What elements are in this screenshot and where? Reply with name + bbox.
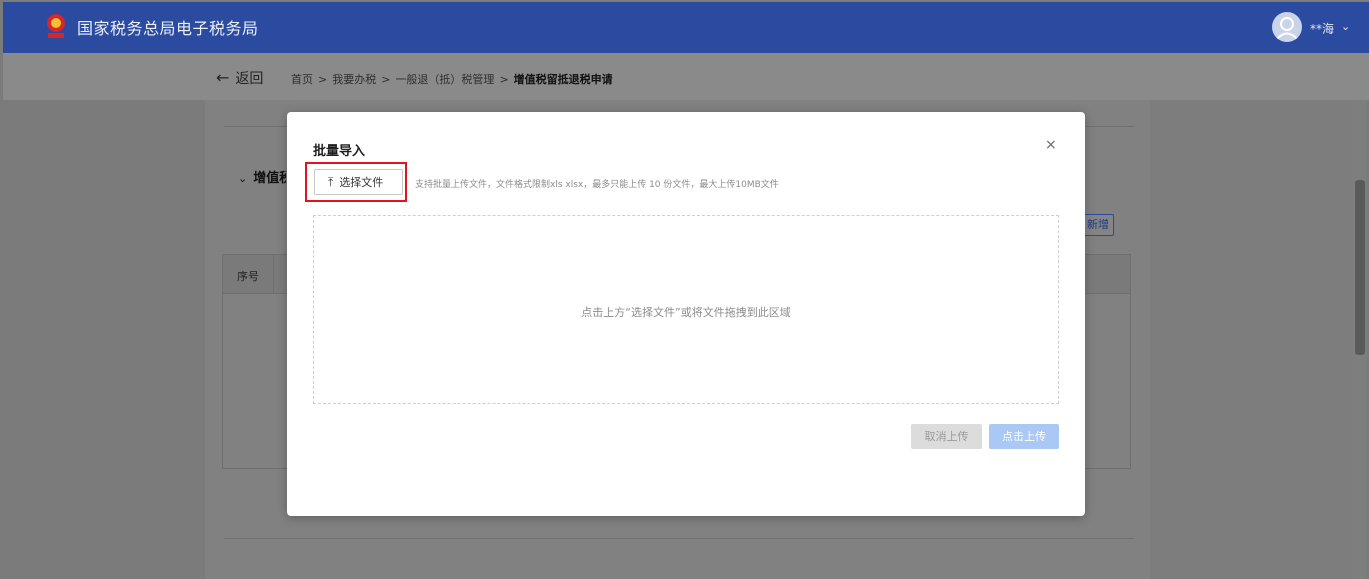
breadcrumb-home[interactable]: 首页 bbox=[291, 73, 313, 86]
breadcrumb-bar: ← 返回 首页 > 我要办税 > 一般退（抵）税管理 > 增值税留抵退税申请 bbox=[3, 53, 1369, 100]
site-title: 国家税务总局电子税务局 bbox=[77, 19, 259, 38]
file-drop-zone[interactable]: 点击上方“选择文件”或将文件拖拽到此区域 bbox=[313, 215, 1059, 404]
upload-hint: 支持批量上传文件，文件格式限制xls xlsx，最多只能上传 10 份文件，最大… bbox=[415, 180, 779, 190]
column-header-index: 序号 bbox=[237, 270, 259, 283]
breadcrumb-refund-mgmt[interactable]: 一般退（抵）税管理 bbox=[395, 73, 494, 86]
user-avatar-icon[interactable] bbox=[1272, 12, 1302, 42]
top-header: 国家税务总局电子税务局 **海 ⌄ bbox=[3, 2, 1369, 53]
chevron-down-icon: ⌄ bbox=[238, 172, 248, 185]
dialog-title: 批量导入 bbox=[313, 144, 366, 159]
breadcrumb: 首页 > 我要办税 > 一般退（抵）税管理 > 增值税留抵退税申请 bbox=[291, 73, 613, 86]
column-divider bbox=[273, 255, 274, 293]
section-title[interactable]: ⌄ 增值税 bbox=[238, 167, 286, 186]
back-arrow-icon: ← bbox=[216, 68, 230, 87]
side-panel bbox=[1150, 100, 1360, 579]
choose-file-button[interactable]: ⤒ 选择文件 bbox=[314, 169, 403, 195]
drop-zone-hint: 点击上方“选择文件”或将文件拖拽到此区域 bbox=[581, 306, 791, 319]
tax-emblem-icon bbox=[47, 14, 65, 38]
chevron-down-icon[interactable]: ⌄ bbox=[1341, 20, 1350, 33]
breadcrumb-my-tax[interactable]: 我要办税 bbox=[332, 73, 376, 86]
breadcrumb-current: 增值税留抵退税申请 bbox=[513, 73, 613, 86]
scrollbar-thumb[interactable] bbox=[1355, 180, 1365, 355]
submit-upload-button[interactable]: 点击上传 bbox=[989, 424, 1059, 449]
upload-arrow-icon: ⤒ bbox=[328, 175, 334, 189]
divider bbox=[224, 538, 1134, 539]
close-icon[interactable]: × bbox=[1045, 137, 1057, 153]
batch-import-dialog: 批量导入 × ⤒ 选择文件 支持批量上传文件，文件格式限制xls xlsx，最多只… bbox=[287, 112, 1085, 516]
cancel-upload-button[interactable]: 取消上传 bbox=[911, 424, 982, 449]
back-button[interactable]: ← 返回 bbox=[216, 68, 263, 88]
user-name[interactable]: **海 bbox=[1310, 20, 1334, 37]
